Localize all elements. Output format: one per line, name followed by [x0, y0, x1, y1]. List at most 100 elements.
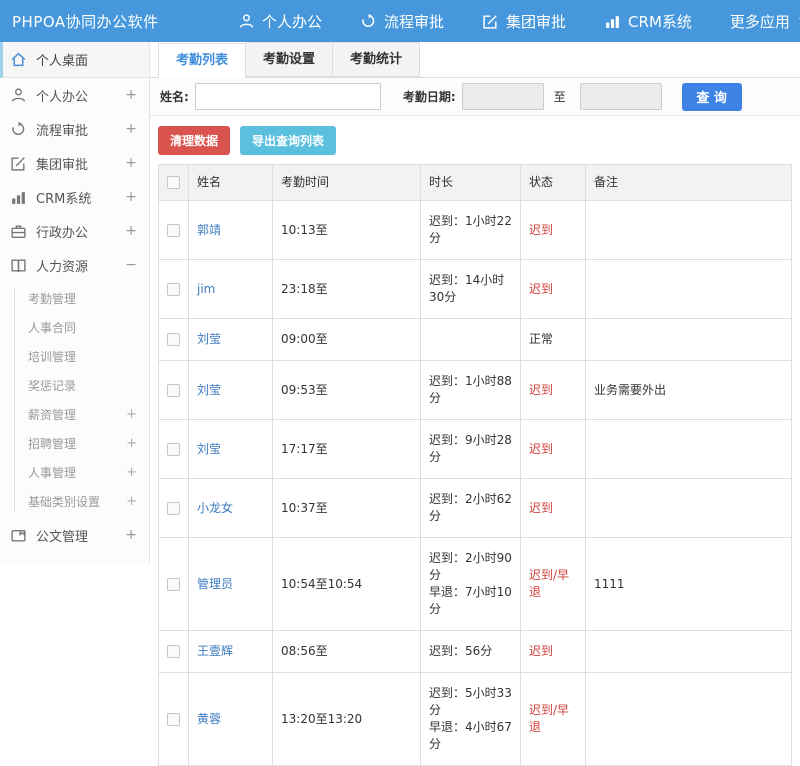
status-badge: 迟到	[520, 259, 586, 319]
top-menu-group-approval[interactable]: 集团审批	[482, 11, 566, 32]
attendance-time: 10:13至	[272, 200, 421, 260]
duration: 迟到：9小时28分	[420, 419, 521, 479]
query-button[interactable]: 查 询	[681, 82, 742, 111]
sidebar-item-personal-office[interactable]: 个人办公 +	[0, 78, 149, 112]
expand-plus-icon: +	[126, 465, 137, 480]
sidebar-item-document-mgmt[interactable]: 公文管理 +	[0, 518, 149, 552]
clean-data-button[interactable]: 清理数据	[158, 126, 231, 155]
sidebar-item-crm-system[interactable]: CRM系统 +	[0, 180, 149, 214]
date-to-input[interactable]	[579, 83, 662, 110]
edit-icon	[10, 155, 27, 172]
table-row: 管理员 10:54至10:54 迟到：2小时90分 早退：7小时10分 迟到/早退…	[158, 537, 792, 631]
table-row: 王壹辉 08:56至 迟到：56分 迟到	[158, 630, 792, 673]
tab-attendance-list[interactable]: 考勤列表	[158, 43, 247, 78]
date-from-input[interactable]	[461, 83, 544, 110]
duration: 迟到：14小时30分	[420, 259, 521, 319]
attendance-time: 10:37至	[272, 478, 421, 538]
row-checkbox[interactable]	[167, 712, 180, 726]
row-checkbox[interactable]	[167, 223, 180, 237]
flow-icon	[360, 13, 377, 30]
expand-plus-icon: +	[125, 189, 137, 205]
sidebar-subitem-reward-punishment[interactable]: 奖惩记录	[0, 371, 149, 400]
row-checkbox[interactable]	[167, 577, 180, 591]
sidebar-item-workflow-approval[interactable]: 流程审批 +	[0, 112, 149, 146]
expand-plus-icon: +	[125, 155, 137, 171]
duration: 迟到：2小时90分 早退：7小时10分	[420, 537, 521, 631]
tab-attendance-settings[interactable]: 考勤设置	[246, 42, 334, 77]
sidebar-subitem-personnel-mgmt[interactable]: 人事管理 +	[0, 458, 149, 487]
attendance-time: 10:54至10:54	[272, 537, 421, 631]
edit-icon	[482, 13, 499, 30]
sidebar-subitem-training-mgmt[interactable]: 培训管理	[0, 342, 149, 371]
employee-name-link[interactable]: 刘莹	[197, 442, 221, 456]
sidebar-item-admin-office[interactable]: 行政办公 +	[0, 214, 149, 248]
document-icon	[10, 527, 27, 544]
sidebar-subitem-attendance-mgmt[interactable]: 考勤管理	[0, 284, 149, 313]
note	[585, 478, 792, 538]
row-checkbox[interactable]	[167, 333, 180, 346]
sidebar-item-vehicle-mgmt[interactable]: 用车管理 +	[0, 552, 149, 563]
status-badge: 迟到/早退	[520, 672, 586, 766]
name-input[interactable]	[194, 83, 381, 110]
note	[585, 200, 792, 260]
attendance-time: 23:18至	[272, 259, 421, 319]
attendance-date-label: 考勤日期:	[402, 90, 456, 104]
home-icon	[10, 51, 27, 68]
row-checkbox[interactable]	[167, 501, 180, 515]
duration: 迟到：1小时22分	[420, 200, 521, 260]
collapse-minus-icon: −	[125, 257, 137, 273]
note	[585, 630, 792, 673]
note: 业务需要外出	[585, 360, 792, 420]
sidebar-subitem-personnel-contract[interactable]: 人事合同	[0, 313, 149, 342]
row-checkbox[interactable]	[167, 282, 180, 296]
header-note: 备注	[585, 164, 792, 201]
top-menu: 个人办公 流程审批 集团审批 CRM系统 更多应用	[238, 11, 800, 32]
top-menu-more-apps[interactable]: 更多应用	[730, 11, 800, 32]
note	[585, 318, 792, 361]
sidebar-item-personal-desktop[interactable]: 个人桌面	[0, 42, 149, 78]
app-brand: PHPOA协同办公软件	[12, 12, 159, 31]
employee-name-link[interactable]: 管理员	[197, 577, 233, 591]
attendance-time: 09:53至	[272, 360, 421, 420]
sidebar-item-group-approval[interactable]: 集团审批 +	[0, 146, 149, 180]
employee-name-link[interactable]: 黄蓉	[197, 712, 221, 726]
sidebar-subitem-recruitment-mgmt[interactable]: 招聘管理 +	[0, 429, 149, 458]
select-all-checkbox[interactable]	[167, 176, 180, 189]
duration: 迟到：1小时88分	[420, 360, 521, 420]
row-checkbox[interactable]	[167, 442, 180, 456]
attendance-time: 17:17至	[272, 419, 421, 479]
employee-name-link[interactable]: 王壹辉	[197, 644, 233, 658]
employee-name-link[interactable]: 刘莹	[197, 383, 221, 397]
top-menu-workflow-approval[interactable]: 流程审批	[360, 11, 444, 32]
status-badge: 迟到/早退	[520, 537, 586, 631]
header-attendance-time: 考勤时间	[272, 164, 421, 201]
employee-name-link[interactable]: 郭靖	[197, 223, 221, 237]
tab-attendance-stats[interactable]: 考勤统计	[333, 42, 421, 77]
briefcase-icon	[10, 223, 27, 240]
duration	[420, 318, 521, 361]
employee-name-link[interactable]: 小龙女	[197, 501, 233, 515]
top-menu-personal-office[interactable]: 个人办公	[238, 11, 322, 32]
flow-icon	[10, 121, 27, 138]
attendance-time: 08:56至	[272, 630, 421, 673]
row-checkbox[interactable]	[167, 645, 180, 658]
row-checkbox[interactable]	[167, 383, 180, 397]
sidebar-subitem-salary-mgmt[interactable]: 薪资管理 +	[0, 400, 149, 429]
sidebar-subitem-base-category-settings[interactable]: 基础类别设置 +	[0, 487, 149, 516]
table-row: 小龙女 10:37至 迟到：2小时62分 迟到	[158, 478, 792, 538]
expand-plus-icon: +	[125, 121, 137, 137]
note	[585, 672, 792, 766]
sidebar: 个人桌面 个人办公 + 流程审批 + 集团审批 + CRM系统 + 行政办公 +…	[0, 42, 150, 563]
duration: 迟到：56分	[420, 630, 521, 673]
expand-plus-icon: +	[126, 407, 137, 422]
expand-plus-icon: +	[125, 87, 137, 103]
note: 1111	[585, 537, 792, 631]
status-badge: 迟到	[520, 478, 586, 538]
employee-name-link[interactable]: jim	[197, 282, 215, 296]
top-menu-crm-system[interactable]: CRM系统	[604, 11, 692, 32]
export-list-button[interactable]: 导出查询列表	[240, 126, 337, 155]
attendance-table: 姓名 考勤时间 时长 状态 备注 郭靖 10:13至 迟到：1小时22分 迟到 …	[158, 164, 792, 766]
sidebar-item-human-resources[interactable]: 人力资源 −	[0, 248, 149, 282]
header-name: 姓名	[188, 164, 273, 201]
employee-name-link[interactable]: 刘莹	[197, 332, 221, 346]
